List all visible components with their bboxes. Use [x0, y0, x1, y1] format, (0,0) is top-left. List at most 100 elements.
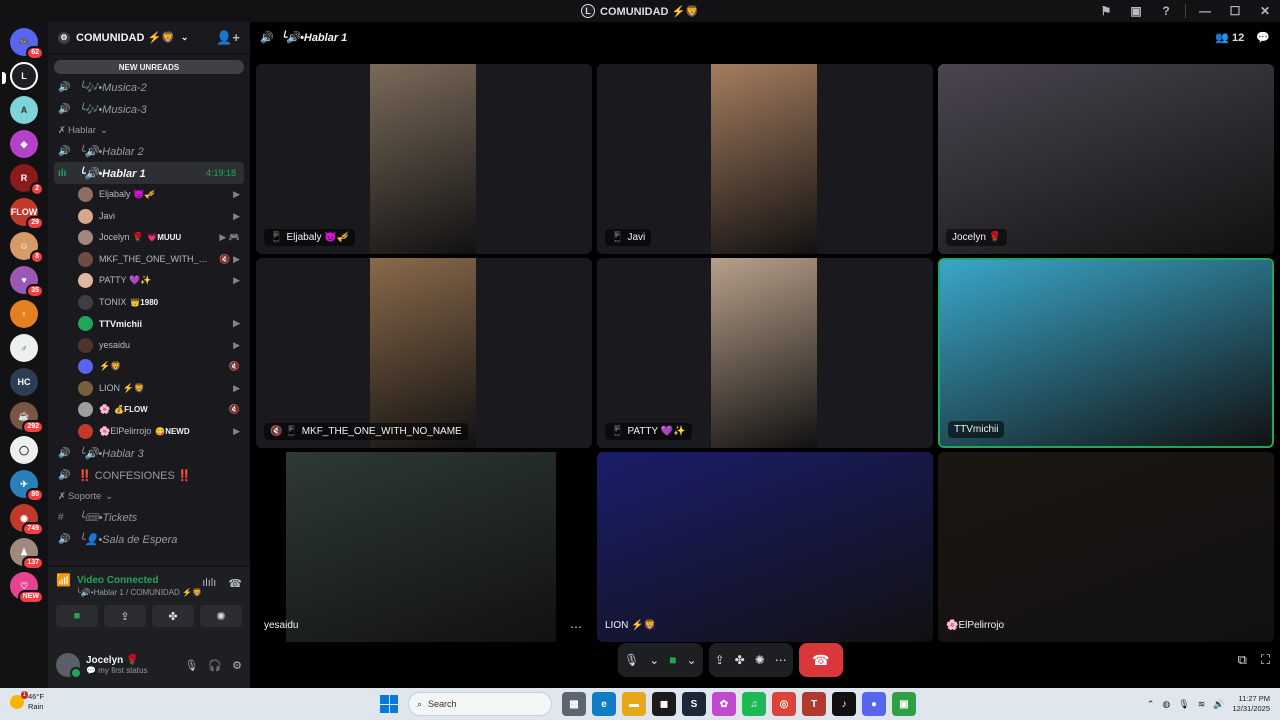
video-tile[interactable]: LION ⚡🦁	[597, 452, 933, 642]
avatar[interactable]	[56, 653, 82, 679]
chevron-down-icon[interactable]: ⌄	[687, 653, 697, 667]
clock[interactable]: 11:27 PM 12/31/2025	[1232, 694, 1270, 714]
activities-button[interactable]: ✤	[152, 605, 194, 627]
voice-channel[interactable]: 🔊 ‼️ CONFESIONES ‼️	[48, 464, 250, 486]
server-icon[interactable]: ♥ 35	[10, 266, 44, 298]
noise-suppression-icon[interactable]: ılılı	[202, 577, 216, 590]
add-member-icon[interactable]: 👤+	[216, 30, 240, 46]
soundboard-button[interactable]: ✺	[200, 605, 242, 627]
server-icon[interactable]: ♀	[10, 300, 38, 328]
weather-widget[interactable]: 1 46°F Rain	[10, 691, 44, 712]
hang-up-button[interactable]: ☎	[798, 643, 843, 677]
active-voice-channel[interactable]: ılı ╰🔊•Hablar 1 4:19:18	[54, 162, 244, 184]
signal-icon[interactable]: 📶	[56, 573, 71, 587]
microphone-icon[interactable]: 🎙	[184, 659, 198, 672]
channel[interactable]: 🔊 ╰👤•Sala de Espera	[48, 528, 250, 550]
voice-user-item[interactable]: 🌸ElPelirrojo 😋NEWD ▶	[48, 421, 250, 443]
screen-share-button[interactable]: ⇪	[104, 605, 146, 627]
members-button[interactable]: 👥 12	[1215, 31, 1244, 44]
microphone-icon[interactable]: 🎙	[1178, 699, 1189, 710]
voice-user-item[interactable]: Jocelyn 🌹 💗MUUU ▶ 🎮	[48, 227, 250, 249]
taskbar-app-icon[interactable]: S	[682, 692, 706, 716]
category-soporte[interactable]: ✗ Soporte ⌄	[48, 486, 250, 506]
voice-user-item[interactable]: PATTY 💜✨ ▶	[48, 270, 250, 292]
server-icon[interactable]: ◯	[10, 436, 38, 464]
server-icon[interactable]: ♡ NEW	[10, 572, 44, 604]
mic-control[interactable]: 🎙 ⌄ ■ ⌄	[618, 643, 703, 677]
voice-channel[interactable]: 🔊 ╰🎶•Musica-2	[48, 76, 250, 98]
taskbar-app-icon[interactable]: ◼	[652, 692, 676, 716]
headphones-icon[interactable]: 🎧	[208, 659, 222, 672]
voice-user-item[interactable]: LION ⚡🦁 ▶	[48, 378, 250, 400]
video-tile[interactable]: 📱 Javi	[597, 64, 933, 254]
chat-icon[interactable]: 💬	[1256, 31, 1270, 44]
voice-user-item[interactable]: Eljabaly 👿🎺 ▶	[48, 184, 250, 206]
volume-icon[interactable]: 🔊	[1213, 699, 1224, 710]
more-options-icon[interactable]: ⋯	[570, 620, 582, 634]
chevron-down-icon[interactable]: ⌄	[649, 653, 659, 667]
inbox-icon[interactable]: ⚑	[1091, 4, 1121, 18]
voice-user-item[interactable]: TONIX 👑1980	[48, 292, 250, 314]
taskbar-app-icon[interactable]: ◎	[772, 692, 796, 716]
server-icon[interactable]: ☺ 8	[10, 232, 44, 264]
category-hablar[interactable]: ✗ Hablar ⌄	[48, 120, 250, 140]
voice-channel[interactable]: 🔊 ╰🔊•Hablar 3	[48, 442, 250, 464]
server-icon[interactable]: ◆	[10, 130, 38, 158]
popout-icon[interactable]: ⧉	[1238, 652, 1247, 668]
video-tile[interactable]: 🌸ElPelirrojo	[938, 452, 1274, 642]
taskbar-app-icon[interactable]: ▣	[892, 692, 916, 716]
server-icon[interactable]: HC	[10, 368, 38, 396]
soundboard-icon[interactable]: ✺	[755, 653, 765, 667]
more-options-icon[interactable]: ⋯	[775, 653, 787, 667]
server-icon[interactable]: ✈ 80	[10, 470, 44, 502]
guild-header[interactable]: ⚙ COMUNIDAD ⚡🦁 ⌄ 👤+	[48, 22, 250, 54]
video-tile[interactable]: 📱 Eljabaly 👿🎺	[256, 64, 592, 254]
video-tile[interactable]: 🔇 📱 MKF_THE_ONE_WITH_NO_NAME	[256, 258, 592, 448]
microphone-icon[interactable]: 🎙	[624, 653, 639, 667]
taskbar-app-icon[interactable]: e	[592, 692, 616, 716]
server-icon[interactable]: ♟ 137	[10, 538, 44, 570]
voice-user-item[interactable]: Javi ▶	[48, 206, 250, 228]
voice-channel[interactable]: 🔊 ╰🔊•Hablar 2	[48, 140, 250, 162]
camera-button[interactable]: ■	[56, 605, 98, 627]
taskbar-app-icon[interactable]: T	[802, 692, 826, 716]
server-icon[interactable]: R2	[10, 164, 44, 196]
maximize-icon[interactable]: ☐	[1220, 4, 1250, 18]
windows-start-icon[interactable]	[380, 695, 398, 713]
minimize-icon[interactable]: —	[1190, 4, 1220, 18]
camera-icon[interactable]: ■	[669, 653, 676, 667]
channel[interactable]: # ╰🎟•Tickets	[48, 506, 250, 528]
screen-icon[interactable]: ▣	[1121, 4, 1151, 18]
activities-icon[interactable]: ✤	[735, 653, 745, 667]
voice-user-item[interactable]: yesaidu ▶	[48, 335, 250, 357]
network-icon[interactable]: ◍	[1162, 699, 1170, 710]
server-icon[interactable]: 🎮 62	[10, 28, 44, 60]
help-icon[interactable]: ?	[1151, 4, 1181, 18]
voice-user-item[interactable]: TTVmichii ▶	[48, 313, 250, 335]
taskbar-app-icon[interactable]: ♫	[742, 692, 766, 716]
voice-user-item[interactable]: ⚡🦁 🔇	[48, 356, 250, 378]
server-icon[interactable]: A	[10, 96, 38, 124]
new-unreads-banner[interactable]: NEW UNREADS	[54, 60, 244, 74]
screen-share-icon[interactable]: ⇪	[715, 653, 725, 667]
wifi-icon[interactable]: ≋	[1198, 699, 1206, 710]
fullscreen-icon[interactable]: ⛶	[1261, 652, 1270, 668]
server-icon[interactable]: ☕ 292	[10, 402, 44, 434]
video-tile[interactable]: Jocelyn 🌹	[938, 64, 1274, 254]
server-icon[interactable]: FLOW 29	[10, 198, 44, 230]
server-icon[interactable]: ♂	[10, 334, 38, 362]
video-tile[interactable]: TTVmichii	[938, 258, 1274, 448]
taskbar-app-icon[interactable]: ▬	[622, 692, 646, 716]
taskbar-app-icon[interactable]: ▦	[562, 692, 586, 716]
close-icon[interactable]: ✕	[1250, 4, 1280, 18]
server-icon[interactable]: L	[2, 62, 38, 90]
video-tile[interactable]: 📱 PATTY 💜✨	[597, 258, 933, 448]
gear-icon[interactable]: ⚙	[232, 659, 242, 672]
disconnect-icon[interactable]: ☎	[228, 577, 242, 590]
taskbar-app-icon[interactable]: ●	[862, 692, 886, 716]
voice-channel[interactable]: 🔊 ╰🎶•Musica-3	[48, 98, 250, 120]
voice-user-item[interactable]: MKF_THE_ONE_WITH_N... 🔇 ▶	[48, 249, 250, 271]
taskbar-app-icon[interactable]: ♪	[832, 692, 856, 716]
voice-user-item[interactable]: 🌸 💰FLOW 🔇	[48, 399, 250, 421]
server-icon[interactable]: ◉ 749	[10, 504, 44, 536]
